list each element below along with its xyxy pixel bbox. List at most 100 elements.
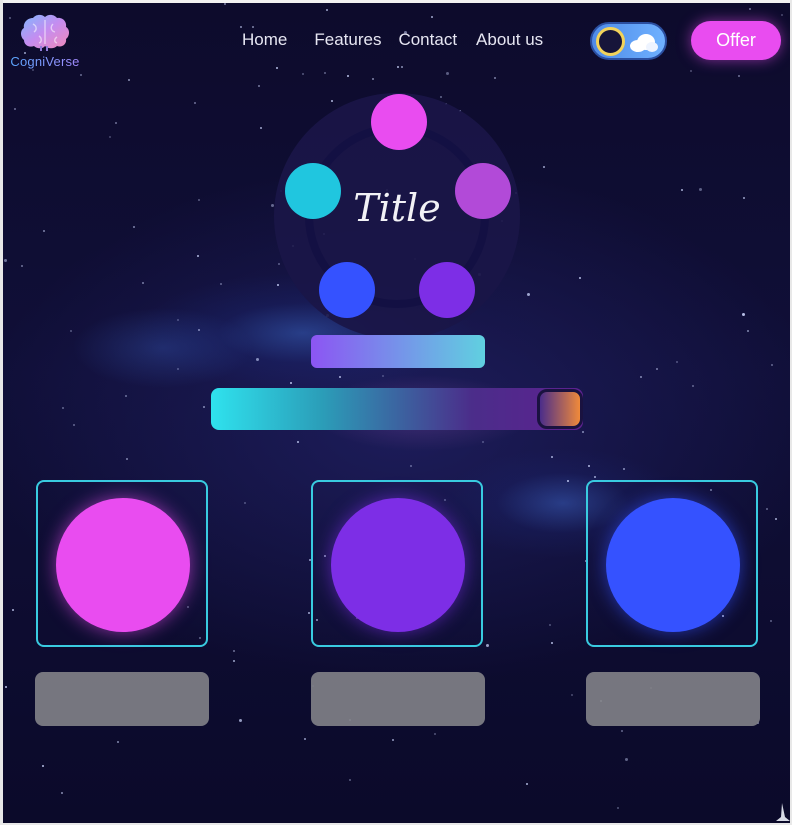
star (70, 330, 72, 332)
nav-link-home[interactable]: Home (242, 30, 287, 50)
star (61, 792, 63, 794)
star (302, 73, 304, 75)
star (324, 72, 326, 74)
star (260, 127, 262, 129)
star (742, 313, 745, 316)
star (14, 108, 16, 110)
star (115, 122, 117, 124)
star (125, 395, 127, 397)
star (80, 74, 82, 76)
star (244, 502, 246, 504)
star (126, 458, 128, 460)
star (625, 758, 628, 761)
star (177, 368, 179, 370)
star (410, 465, 412, 467)
star (771, 364, 773, 366)
orbit-dot-purple[interactable] (419, 262, 475, 318)
brain-icon (21, 14, 69, 51)
star (117, 741, 119, 743)
star (197, 255, 199, 257)
star (198, 329, 200, 331)
window-frame-left (0, 0, 3, 825)
star (32, 69, 34, 71)
star (588, 465, 590, 467)
orbit-dot-pink[interactable] (371, 94, 427, 150)
star (770, 620, 772, 622)
star (142, 282, 144, 284)
star (198, 199, 200, 201)
star (276, 67, 278, 69)
star (527, 293, 530, 296)
card-orb-pink (56, 498, 190, 632)
star (233, 660, 235, 662)
star (21, 265, 23, 267)
star (747, 330, 749, 332)
brand-logo[interactable]: CogniVerse (10, 12, 80, 69)
star (594, 476, 596, 478)
star (339, 376, 341, 378)
moon-icon (596, 27, 625, 56)
star (12, 609, 14, 611)
nav-link-about[interactable]: About us (476, 30, 543, 50)
star (177, 319, 179, 321)
star (331, 100, 333, 102)
star (277, 284, 279, 286)
star (203, 406, 205, 408)
star (297, 441, 299, 443)
star (308, 612, 310, 614)
star (290, 382, 292, 384)
orbit-dot-violet[interactable] (455, 163, 511, 219)
star (582, 431, 584, 433)
star (5, 686, 7, 688)
star (128, 79, 130, 81)
star (567, 480, 569, 482)
gradient-pill-button[interactable] (311, 335, 485, 368)
star (62, 407, 64, 409)
card-caption-box-1[interactable] (35, 672, 209, 726)
corner-star-icon (776, 803, 790, 821)
star (617, 807, 619, 809)
star (738, 75, 740, 77)
star (224, 3, 226, 5)
star (326, 9, 328, 11)
card-caption-box-2[interactable] (311, 672, 485, 726)
star (382, 375, 384, 377)
brand-name: CogniVerse (10, 54, 80, 69)
star (766, 508, 768, 510)
card-caption-box-3[interactable] (586, 672, 760, 726)
star (397, 66, 399, 68)
star (621, 730, 623, 732)
orbit-dot-blue[interactable] (319, 262, 375, 318)
star (446, 72, 449, 75)
star (543, 166, 545, 168)
star (434, 733, 436, 735)
feature-card-blue[interactable] (586, 480, 758, 647)
star (656, 368, 658, 370)
star (431, 16, 433, 18)
star (372, 78, 374, 80)
nav-link-features[interactable]: Features (314, 30, 381, 50)
offer-button[interactable]: Offer (691, 21, 781, 60)
star (347, 75, 349, 77)
star (43, 230, 45, 232)
star (692, 385, 694, 387)
theme-toggle[interactable] (590, 22, 667, 60)
slider-handle[interactable] (537, 389, 583, 429)
star (258, 85, 260, 87)
orbit-dot-cyan[interactable] (285, 163, 341, 219)
slider-track[interactable] (211, 388, 583, 430)
star (240, 26, 242, 28)
star (239, 719, 242, 722)
nav-link-contact[interactable]: Contact (398, 30, 457, 50)
feature-card-pink[interactable] (36, 480, 208, 647)
star (278, 263, 280, 265)
star (256, 358, 259, 361)
card-orb-purple (331, 498, 465, 632)
star (220, 283, 222, 285)
feature-card-purple[interactable] (311, 480, 483, 647)
star (549, 624, 551, 626)
star (392, 739, 394, 741)
star (623, 468, 625, 470)
star (676, 361, 678, 363)
star (486, 644, 489, 647)
